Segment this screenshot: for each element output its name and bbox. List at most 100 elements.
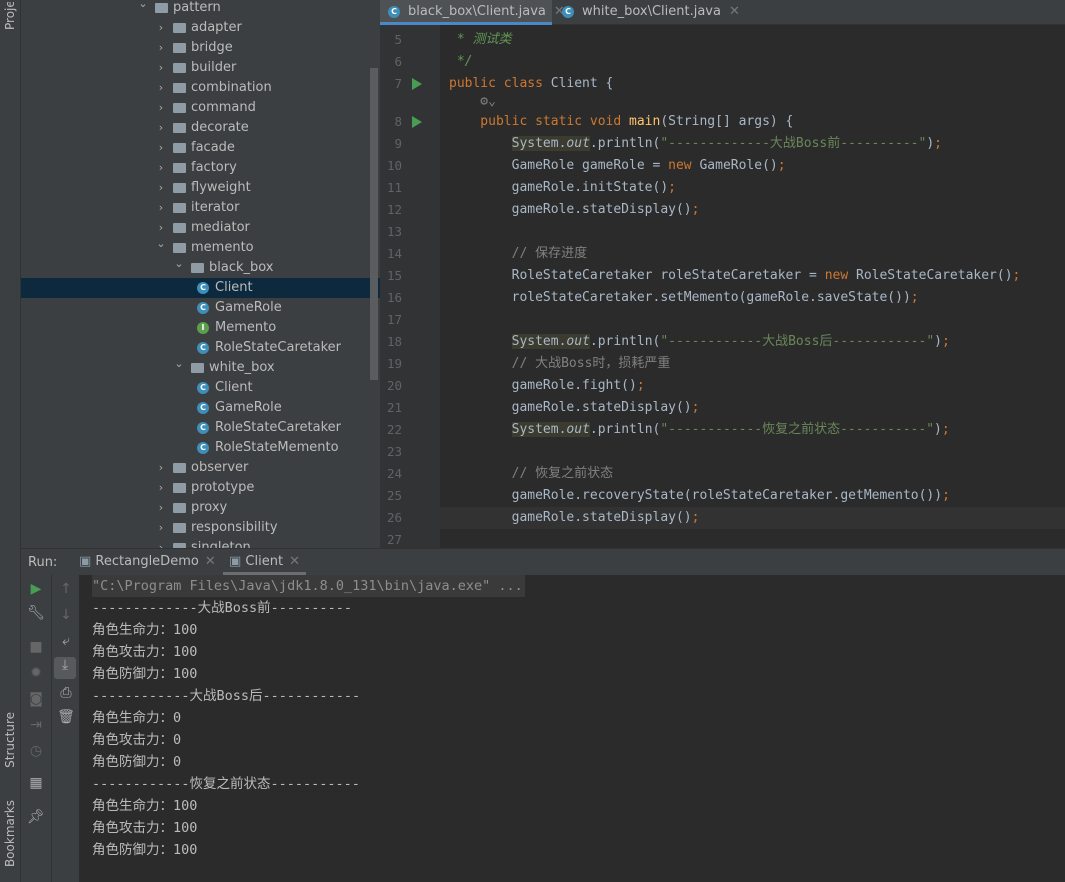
code-line[interactable]: GameRole gameRole = new GameRole(); xyxy=(449,155,786,177)
stop-icon[interactable]: ■ xyxy=(26,639,46,655)
editor-tab[interactable]: Cwhite_box\Client.java ✕ xyxy=(554,0,740,25)
chevron-right-icon[interactable]: › xyxy=(155,18,167,38)
tree-item[interactable]: › proxy xyxy=(21,498,380,518)
code-line[interactable]: gameRole.initState(); xyxy=(449,177,676,199)
tree-item[interactable]: › mediator xyxy=(21,218,380,238)
chevron-down-icon[interactable]: ⌄ xyxy=(155,234,167,254)
tree-item[interactable]: › adapter xyxy=(21,18,380,38)
layout-icon[interactable]: ▦ xyxy=(26,775,46,791)
tree-item[interactable]: › command xyxy=(21,98,380,118)
editor-tab[interactable]: Cblack_box\Client.java ✕ xyxy=(380,0,565,25)
chevron-right-icon[interactable]: › xyxy=(155,58,167,78)
chevron-right-icon[interactable]: › xyxy=(155,478,167,498)
tree-item[interactable]: ⌄ white_box xyxy=(21,357,380,378)
chevron-right-icon[interactable]: › xyxy=(155,158,167,178)
code-line[interactable]: System.out.println("------------恢复之前状态--… xyxy=(449,419,950,441)
tree-item[interactable]: C Client xyxy=(21,278,380,298)
tree-item[interactable]: › combination xyxy=(21,78,380,98)
chevron-right-icon[interactable]: › xyxy=(155,498,167,518)
code-line[interactable]: ⚙⌄ xyxy=(449,91,496,113)
scroll-to-end-icon[interactable]: ⤓ xyxy=(54,657,76,679)
chevron-right-icon[interactable]: › xyxy=(155,38,167,58)
tree-item[interactable]: ⌄ pattern xyxy=(21,0,380,18)
tree-item[interactable]: ⌄ memento xyxy=(21,237,380,258)
close-icon[interactable]: ✕ xyxy=(729,4,740,19)
tree-item[interactable]: › prototype xyxy=(21,478,380,498)
code-line[interactable]: public static void main(String[] args) { xyxy=(449,111,793,133)
chevron-right-icon[interactable]: › xyxy=(155,118,167,138)
tree-scrollbar[interactable] xyxy=(370,68,378,380)
chevron-right-icon[interactable]: › xyxy=(155,78,167,98)
run-gutter-icon[interactable] xyxy=(412,116,422,128)
chevron-down-icon[interactable]: ⌄ xyxy=(137,0,149,14)
tree-item[interactable]: › factory xyxy=(21,158,380,178)
tree-item[interactable]: › builder xyxy=(21,58,380,78)
code-line[interactable]: */ xyxy=(449,51,473,73)
debug-icon[interactable]: ✹ xyxy=(26,665,46,681)
run-gutter-icon[interactable] xyxy=(412,78,422,90)
arrow-down-icon[interactable]: ↓ xyxy=(56,607,76,623)
trash-icon[interactable]: 🗑︎ xyxy=(56,709,76,725)
tree-item[interactable]: › iterator xyxy=(21,198,380,218)
chevron-down-icon[interactable]: ⌄ xyxy=(173,254,185,274)
tree-item[interactable]: I Memento xyxy=(21,318,380,338)
tree-item[interactable]: C RoleStateMemento xyxy=(21,438,380,458)
close-icon[interactable]: ✕ xyxy=(289,554,300,569)
print-icon[interactable]: ⎙ xyxy=(56,685,76,701)
tree-item[interactable]: › singleton xyxy=(21,538,380,548)
console-output[interactable]: "C:\Program Files\Java\jdk1.8.0_131\bin\… xyxy=(80,575,1065,882)
chevron-down-icon[interactable]: ⌄ xyxy=(173,354,185,374)
tree-item[interactable]: › bridge xyxy=(21,38,380,58)
chevron-right-icon[interactable]: › xyxy=(155,138,167,158)
chevron-right-icon[interactable]: › xyxy=(155,98,167,118)
code-line[interactable]: RoleStateCaretaker roleStateCaretaker = … xyxy=(449,265,1021,287)
chevron-right-icon[interactable]: › xyxy=(155,518,167,538)
chevron-right-icon[interactable]: › xyxy=(155,458,167,478)
run-tab[interactable]: ▣ RectangleDemo ✕ xyxy=(73,549,222,575)
code-line[interactable]: // 保存进度 xyxy=(449,243,587,265)
tree-item[interactable]: › responsibility xyxy=(21,518,380,538)
tree-item[interactable]: › flyweight xyxy=(21,178,380,198)
code-line[interactable]: gameRole.recoveryState(roleStateCaretake… xyxy=(449,485,950,507)
tree-item[interactable]: C RoleStateCaretaker xyxy=(21,418,380,438)
code-line[interactable]: System.out.println("------------大战Boss后-… xyxy=(449,331,950,353)
camera-icon[interactable]: ◙ xyxy=(26,691,46,707)
bookmarks-tool-button[interactable]: Bookmarks xyxy=(3,800,17,867)
code-line[interactable]: // 恢复之前状态 xyxy=(449,463,613,485)
structure-tool-button[interactable]: Structure xyxy=(3,712,17,768)
code-line[interactable]: gameRole.stateDisplay(); xyxy=(449,199,700,221)
chevron-right-icon[interactable]: › xyxy=(155,538,167,548)
code-editor[interactable]: 5 * 测试类 6 */ 7 public class Client { ⚙⌄ 8 pu… xyxy=(380,25,1065,548)
code-line[interactable]: gameRole.stateDisplay(); xyxy=(449,397,700,419)
code-line[interactable]: System.out.println("-------------大战Boss前… xyxy=(449,133,942,155)
run-tab[interactable]: ▣ Client ✕ xyxy=(223,549,306,575)
run-actions: ▶ 🔧︎ ■ ✹ ◙ ⇥ ◷ ▦ 📌︎ xyxy=(21,575,52,882)
tree-item[interactable]: › observer xyxy=(21,458,380,478)
wrench-icon[interactable]: 🔧︎ xyxy=(26,605,46,621)
code-line[interactable]: * 测试类 xyxy=(449,29,512,51)
profiler-icon[interactable]: ◷ xyxy=(26,743,46,759)
close-icon[interactable]: ✕ xyxy=(205,554,216,569)
tree-item[interactable]: C GameRole xyxy=(21,298,380,318)
tree-item[interactable]: C GameRole xyxy=(21,398,380,418)
exit-icon[interactable]: ⇥ xyxy=(26,717,46,733)
line-number: 10 xyxy=(386,158,402,173)
rerun-icon[interactable]: ▶ xyxy=(26,581,46,597)
chevron-right-icon[interactable]: › xyxy=(155,198,167,218)
tree-item-label: flyweight xyxy=(191,180,251,195)
code-line[interactable]: gameRole.fight(); xyxy=(449,375,645,397)
code-line[interactable]: // 大战Boss时，损耗严重 xyxy=(449,353,671,375)
tree-item[interactable]: › facade xyxy=(21,138,380,158)
soft-wrap-icon[interactable]: ⤶ xyxy=(56,633,76,649)
code-line[interactable]: gameRole.stateDisplay(); xyxy=(449,507,700,529)
arrow-up-icon[interactable]: ↑ xyxy=(56,581,76,597)
code-line[interactable]: roleStateCaretaker.setMemento(gameRole.s… xyxy=(449,287,919,309)
project-tool-button[interactable]: Project xyxy=(3,2,17,30)
pin-icon[interactable]: 📌︎ xyxy=(26,809,46,825)
chevron-right-icon[interactable]: › xyxy=(155,178,167,198)
tree-item[interactable]: ⌄ black_box xyxy=(21,257,380,278)
code-token: System. xyxy=(511,136,567,151)
tree-item[interactable]: C Client xyxy=(21,378,380,398)
tree-item[interactable]: C RoleStateCaretaker xyxy=(21,338,380,358)
tree-item[interactable]: › decorate xyxy=(21,118,380,138)
